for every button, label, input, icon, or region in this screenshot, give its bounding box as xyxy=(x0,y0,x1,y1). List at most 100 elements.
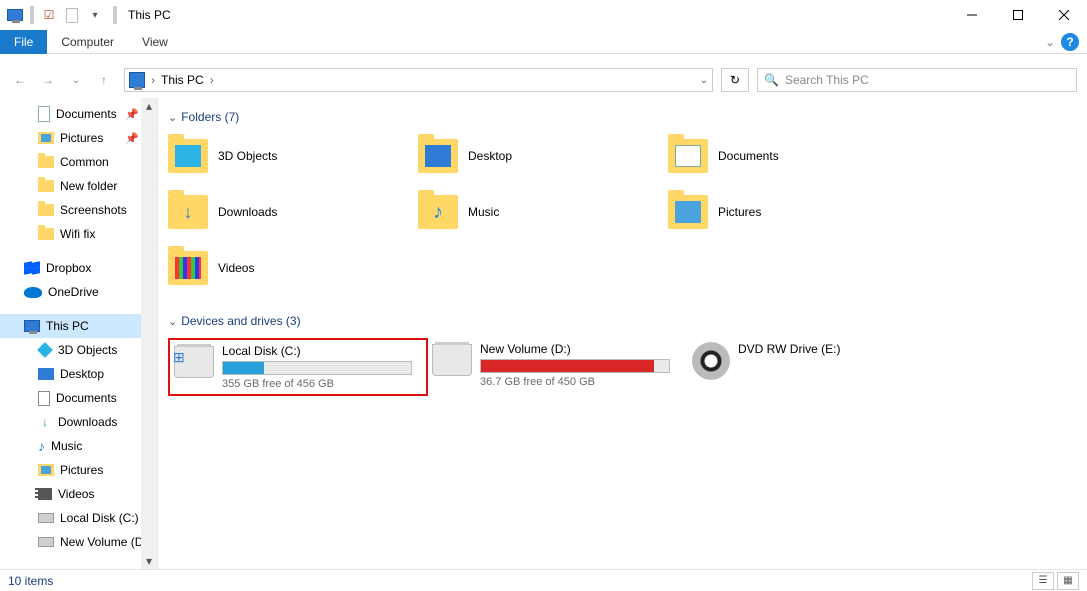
sidebar-item-label: Music xyxy=(51,439,82,453)
sidebar-item[interactable]: Local Disk (C:) xyxy=(0,506,157,530)
folder-item[interactable]: Downloads xyxy=(168,190,418,234)
sidebar-item-label: Wifi fix xyxy=(60,227,95,241)
folder-item[interactable]: Videos xyxy=(168,246,418,290)
sidebar-item-label: Documents xyxy=(56,107,117,121)
forward-button[interactable]: → xyxy=(36,68,60,92)
sidebar-item[interactable]: New folder xyxy=(0,174,157,198)
folder-label: Music xyxy=(468,205,499,219)
dropbox-icon xyxy=(24,262,40,274)
sidebar-item[interactable]: ♪ Music xyxy=(0,434,157,458)
folder-item[interactable]: Pictures xyxy=(668,190,918,234)
folder-icon xyxy=(168,195,208,229)
collapse-icon[interactable]: ⌄ xyxy=(168,315,177,328)
folder-item[interactable]: Desktop xyxy=(418,134,668,178)
sidebar-scrollbar[interactable]: ▴ ▾ xyxy=(141,98,157,569)
disk-icon xyxy=(38,513,54,523)
breadcrumb[interactable]: This PC xyxy=(157,73,208,87)
drive-label: DVD RW Drive (E:) xyxy=(738,342,944,356)
close-button[interactable] xyxy=(1041,0,1087,30)
sidebar-item[interactable]: Wifi fix xyxy=(0,222,157,246)
recent-locations-button[interactable]: ⌄ xyxy=(64,68,88,92)
address-bar[interactable]: › This PC › ⌄ xyxy=(124,68,713,92)
sidebar-item-label: Dropbox xyxy=(46,261,91,275)
search-input[interactable]: 🔍 Search This PC xyxy=(757,68,1077,92)
group-header-folders[interactable]: ⌄ Folders (7) xyxy=(168,106,1077,134)
back-button[interactable]: ← xyxy=(8,68,32,92)
folder-label: Pictures xyxy=(718,205,761,219)
content-area: ⌄ Folders (7) 3D Objects DesktopDocuments… xyxy=(158,98,1087,569)
file-tab[interactable]: File xyxy=(0,30,47,54)
qat-newfolder-icon[interactable] xyxy=(61,4,83,26)
music-icon: ♪ xyxy=(38,438,45,454)
sidebar-item[interactable]: Pictures xyxy=(0,458,157,482)
sidebar-item[interactable]: Documents xyxy=(0,386,157,410)
navigation-pane: Documents📌Pictures📌 Common New folder Scree… xyxy=(0,98,158,569)
up-button[interactable]: ↑ xyxy=(92,68,116,92)
tab-view[interactable]: View xyxy=(128,30,182,54)
sidebar-item[interactable]: This PC xyxy=(0,314,157,338)
drive-item[interactable]: New Volume (D:) 36.7 GB free of 450 GB xyxy=(428,338,688,396)
breadcrumb-sep-icon[interactable]: › xyxy=(149,73,157,87)
sidebar-item-label: Common xyxy=(60,155,109,169)
folder-label: Videos xyxy=(218,261,254,275)
address-pc-icon xyxy=(129,72,145,88)
sidebar-item-label: Videos xyxy=(58,487,94,501)
sidebar-item[interactable]: Dropbox xyxy=(0,256,157,280)
address-dropdown-icon[interactable]: ⌄ xyxy=(700,75,708,86)
sidebar-item[interactable]: Common xyxy=(0,150,157,174)
group-header-drives[interactable]: ⌄ Devices and drives (3) xyxy=(168,310,1077,338)
group-header-label: Folders (7) xyxy=(181,110,239,124)
folder-icon xyxy=(38,180,54,192)
minimize-button[interactable] xyxy=(949,0,995,30)
disk-icon xyxy=(38,537,54,547)
maximize-button[interactable] xyxy=(995,0,1041,30)
tab-computer[interactable]: Computer xyxy=(47,30,128,54)
refresh-button[interactable]: ↻ xyxy=(721,68,749,92)
breadcrumb-sep-icon[interactable]: › xyxy=(208,73,216,87)
navigation-bar: ← → ⌄ ↑ › This PC › ⌄ ↻ 🔍 Search This PC xyxy=(0,62,1087,98)
videos-icon xyxy=(38,488,52,500)
qat-properties-icon[interactable]: ☑ xyxy=(38,4,60,26)
drive-item[interactable]: Local Disk (C:) 355 GB free of 456 GB xyxy=(168,338,428,396)
scroll-up-icon[interactable]: ▴ xyxy=(141,98,157,114)
help-button[interactable]: ? xyxy=(1061,33,1079,51)
sidebar-item[interactable]: Screenshots xyxy=(0,198,157,222)
title-bar: ☑ ▾ This PC xyxy=(0,0,1087,30)
pc-icon[interactable] xyxy=(4,4,26,26)
folder-icon xyxy=(668,195,708,229)
status-bar: 10 items ☰ ▦ xyxy=(0,569,1087,591)
folder-item[interactable]: Music xyxy=(418,190,668,234)
sidebar-item[interactable]: Pictures📌 xyxy=(0,126,157,150)
sidebar-item-label: Desktop xyxy=(60,367,104,381)
drive-label: Local Disk (C:) xyxy=(222,344,422,358)
sidebar-item[interactable]: Desktop xyxy=(0,362,157,386)
folder-item[interactable]: Documents xyxy=(668,134,918,178)
folder-icon xyxy=(38,228,54,240)
folder-item[interactable]: 3D Objects xyxy=(168,134,418,178)
folder-label: Downloads xyxy=(218,205,277,219)
view-details-button[interactable]: ☰ xyxy=(1032,572,1054,590)
drive-item[interactable]: DVD RW Drive (E:) xyxy=(688,338,948,396)
drive-usage-bar xyxy=(222,361,412,375)
drive-free-text: 36.7 GB free of 450 GB xyxy=(480,376,684,388)
sidebar-item[interactable]: ↓Downloads xyxy=(0,410,157,434)
sidebar-item[interactable]: OneDrive xyxy=(0,280,157,304)
onedrive-icon xyxy=(24,287,42,298)
collapse-icon[interactable]: ⌄ xyxy=(168,111,177,124)
ribbon-expand-icon[interactable]: ⌄ xyxy=(1045,35,1055,49)
drive-label: New Volume (D:) xyxy=(480,342,684,356)
scroll-down-icon[interactable]: ▾ xyxy=(141,553,157,569)
folder-label: 3D Objects xyxy=(218,149,277,163)
sidebar-item[interactable]: New Volume (D:) xyxy=(0,530,157,554)
pictures-icon xyxy=(38,464,54,476)
sidebar-item-label: 3D Objects xyxy=(58,343,117,357)
folder-icon xyxy=(418,139,458,173)
sidebar-item[interactable]: 3D Objects xyxy=(0,338,157,362)
sidebar-item[interactable]: Videos xyxy=(0,482,157,506)
qat-customize-icon[interactable]: ▾ xyxy=(84,4,106,26)
folder-icon xyxy=(418,195,458,229)
sidebar-item-label: New folder xyxy=(60,179,117,193)
drive-free-text: 355 GB free of 456 GB xyxy=(222,378,422,390)
view-large-button[interactable]: ▦ xyxy=(1057,572,1079,590)
sidebar-item[interactable]: Documents📌 xyxy=(0,102,157,126)
